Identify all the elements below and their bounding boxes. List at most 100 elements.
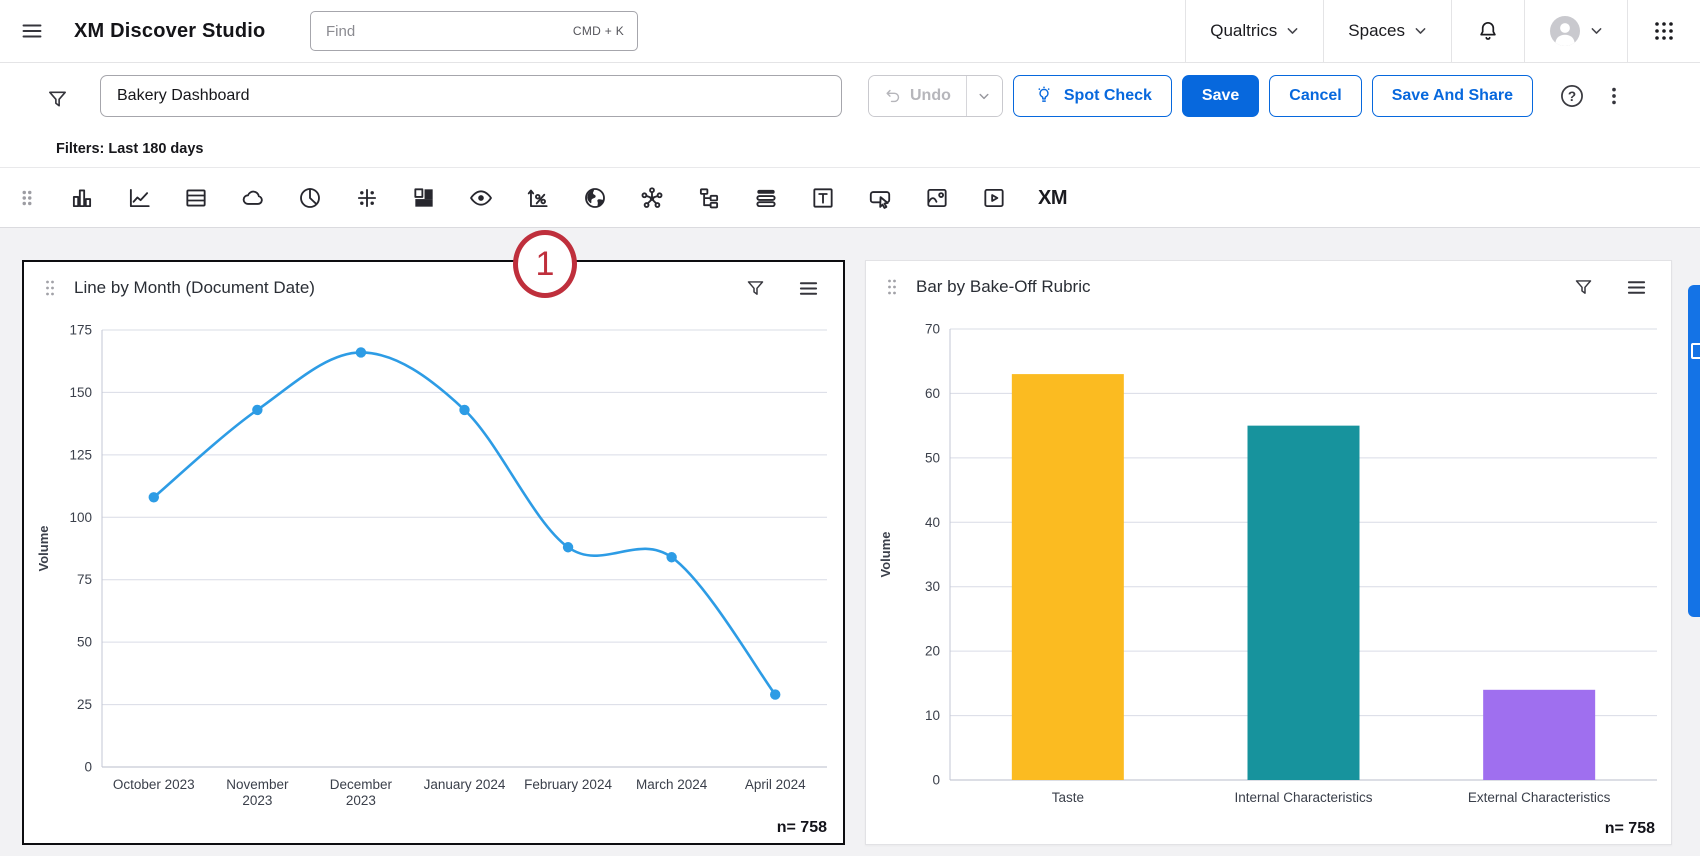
menu-icon	[798, 278, 819, 299]
svg-text:50: 50	[77, 635, 92, 650]
undo-label: Undo	[910, 87, 951, 105]
line-chart: 0255075100125150175VolumeOctober 2023Nov…	[24, 314, 843, 843]
spaces-menu[interactable]: Spaces	[1323, 0, 1451, 62]
search-input[interactable]	[324, 22, 573, 41]
widget-header: Line by Month (Document Date)	[24, 262, 843, 314]
svg-text:External Characteristics: External Characteristics	[1468, 790, 1611, 805]
metric-percent-icon[interactable]	[525, 185, 551, 211]
search-shortcut-hint: CMD + K	[573, 24, 624, 38]
svg-text:100: 100	[69, 510, 92, 525]
button-widget-icon[interactable]	[867, 185, 893, 211]
pie-chart-icon[interactable]	[297, 185, 323, 211]
app-title: XM Discover Studio	[74, 20, 265, 43]
word-cloud-icon[interactable]	[240, 185, 266, 211]
avatar	[1549, 15, 1581, 47]
undo-history-button[interactable]	[966, 76, 1002, 116]
annotation-badge-1: 1	[513, 230, 577, 298]
line-chart-icon[interactable]	[126, 185, 152, 211]
network-icon[interactable]	[639, 185, 665, 211]
help-icon: ?	[1559, 83, 1585, 109]
drag-handle-icon[interactable]	[886, 278, 898, 296]
more-options-button[interactable]	[1599, 80, 1629, 112]
svg-text:50: 50	[925, 450, 940, 465]
svg-text:Volume: Volume	[36, 526, 51, 572]
treemap-icon[interactable]	[411, 185, 437, 211]
widget-line-chart[interactable]: Line by Month (Document Date) 0 25 50 75 100…	[22, 260, 845, 845]
save-and-share-button[interactable]: Save And Share	[1372, 75, 1533, 117]
sample-size-label: n= 758	[777, 819, 827, 837]
action-bar: Undo Spot Check Save Cancel Save And Sha…	[0, 62, 1700, 130]
svg-text:25: 25	[77, 697, 92, 712]
xm-widget-button[interactable]: XM	[1038, 187, 1067, 210]
undo-button[interactable]: Undo	[869, 76, 966, 116]
svg-text:20: 20	[925, 644, 940, 659]
svg-text:70: 70	[925, 322, 940, 337]
widget-menu-button[interactable]	[1622, 273, 1651, 302]
filter-icon	[46, 88, 69, 111]
top-header: XM Discover Studio CMD + K Qualtrics Spa…	[0, 0, 1700, 63]
text-box-icon[interactable]	[810, 185, 836, 211]
filter-icon	[1573, 277, 1594, 298]
svg-text:150: 150	[69, 385, 92, 400]
widget-bar-chart[interactable]: Bar by Bake-Off Rubric 010203040506070Vo…	[865, 260, 1672, 845]
table-icon[interactable]	[183, 185, 209, 211]
svg-text:December2023: December2023	[330, 777, 393, 808]
spaces-menu-label: Spaces	[1348, 21, 1405, 41]
bar-chart-icon[interactable]	[69, 185, 95, 211]
hierarchy-icon[interactable]	[696, 185, 722, 211]
account-menu[interactable]	[1524, 0, 1627, 62]
menu-icon	[1626, 277, 1647, 298]
svg-text:April 2024: April 2024	[745, 777, 806, 792]
widget-filter-button[interactable]	[741, 274, 770, 303]
svg-text:Taste: Taste	[1052, 790, 1084, 805]
chevron-down-icon	[1590, 25, 1603, 37]
svg-text:0: 0	[84, 760, 92, 775]
main-menu-button[interactable]	[16, 15, 48, 47]
dashboard-title-input[interactable]	[100, 75, 842, 117]
app-launcher-button[interactable]	[1627, 0, 1700, 62]
global-search[interactable]: CMD + K	[310, 11, 638, 51]
save-button[interactable]: Save	[1182, 75, 1259, 117]
notifications-button[interactable]	[1451, 0, 1524, 62]
svg-text:February 2024: February 2024	[524, 777, 612, 792]
scatter-plot-icon[interactable]	[354, 185, 380, 211]
svg-text:75: 75	[77, 572, 92, 587]
dashboard-filter-button[interactable]	[42, 84, 73, 115]
grid-icon	[1652, 19, 1676, 43]
stacked-bars-icon[interactable]	[753, 185, 779, 211]
line-chart-area: 0255075100125150175VolumeOctober 2023Nov…	[24, 314, 843, 843]
action-buttons: Undo Spot Check Save Cancel Save And Sha…	[868, 75, 1629, 117]
world-map-icon[interactable]	[582, 185, 608, 211]
cancel-button[interactable]: Cancel	[1269, 75, 1361, 117]
drag-handle-icon[interactable]	[16, 185, 38, 211]
chevron-down-icon	[978, 91, 990, 102]
widget-toolbar: XM	[0, 169, 1700, 228]
drag-handle-icon[interactable]	[44, 279, 56, 297]
svg-text:October 2023: October 2023	[113, 777, 195, 792]
svg-text:March 2024: March 2024	[636, 777, 708, 792]
image-widget-icon[interactable]	[924, 185, 950, 211]
svg-text:30: 30	[925, 579, 940, 594]
video-widget-icon[interactable]	[981, 185, 1007, 211]
widget-menu-button[interactable]	[794, 274, 823, 303]
eye-icon[interactable]	[468, 185, 494, 211]
widget-title: Line by Month (Document Date)	[74, 278, 315, 298]
panel-icon	[1691, 343, 1700, 359]
lightbulb-icon	[1033, 85, 1055, 107]
widget-filter-button[interactable]	[1569, 273, 1598, 302]
top-nav: Qualtrics Spaces	[1185, 0, 1700, 62]
side-panel-handle[interactable]	[1688, 285, 1700, 617]
svg-text:?: ?	[1568, 89, 1576, 104]
annotation-number: 1	[536, 245, 555, 284]
spot-check-button[interactable]: Spot Check	[1013, 75, 1172, 117]
svg-text:40: 40	[925, 515, 940, 530]
qualtrics-menu[interactable]: Qualtrics	[1185, 0, 1323, 62]
sample-size-label: n= 758	[1605, 820, 1655, 838]
help-button[interactable]: ?	[1555, 79, 1589, 113]
dashboard-canvas: Line by Month (Document Date) 0 25 50 75 100…	[0, 228, 1700, 856]
undo-icon	[884, 87, 903, 106]
filter-icon	[745, 278, 766, 299]
hamburger-icon	[20, 19, 44, 43]
widget-title: Bar by Bake-Off Rubric	[916, 277, 1090, 297]
spot-check-label: Spot Check	[1064, 87, 1152, 105]
